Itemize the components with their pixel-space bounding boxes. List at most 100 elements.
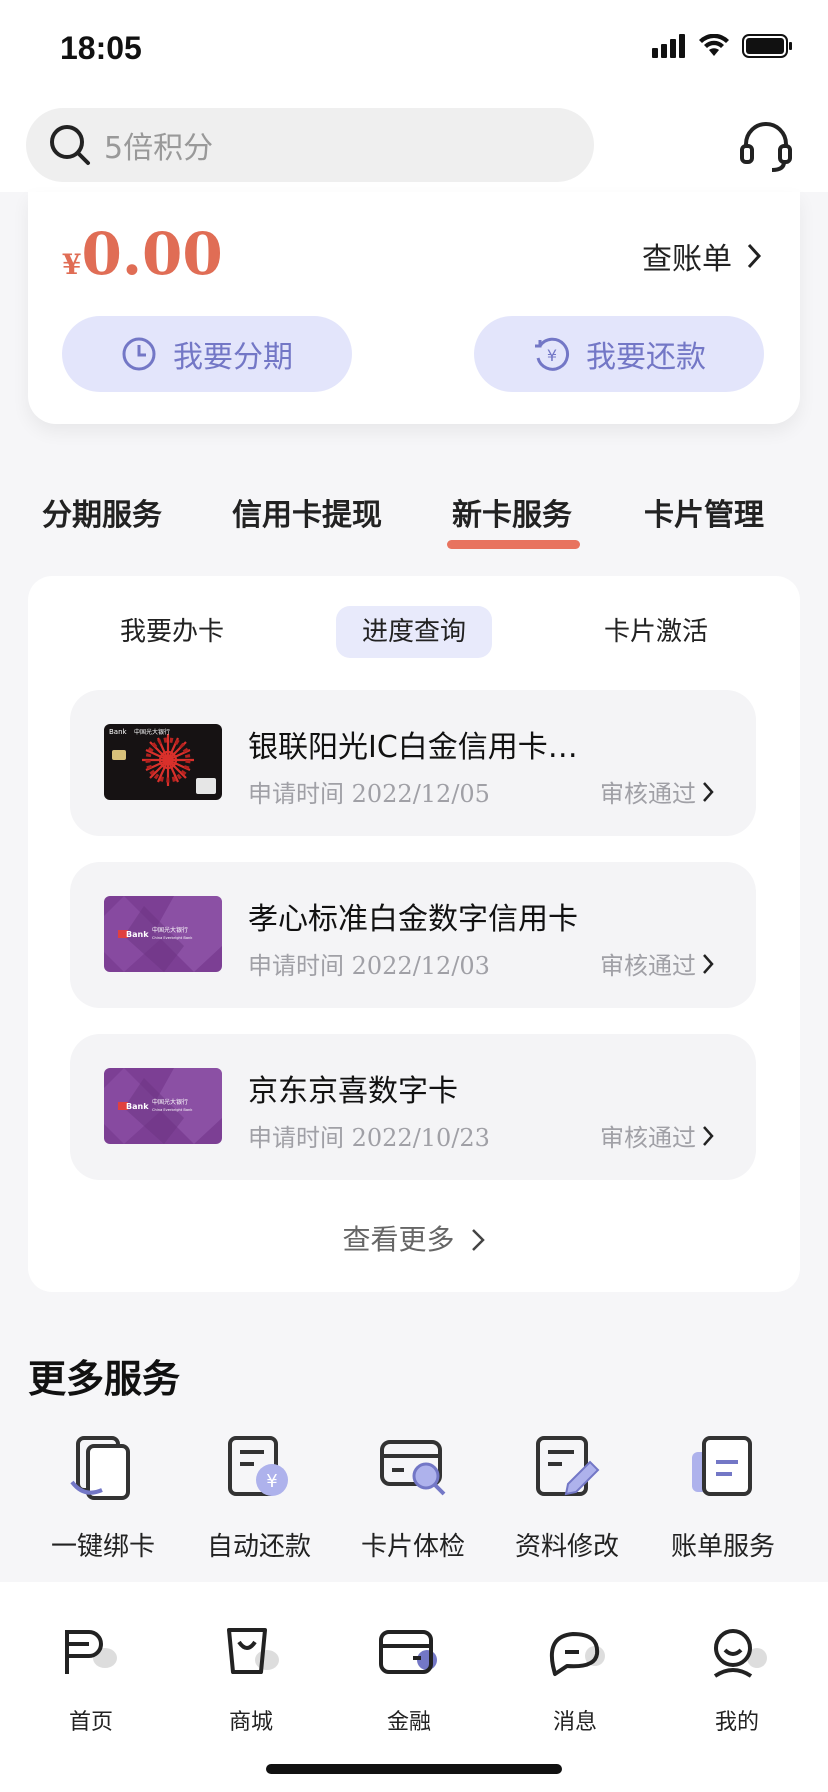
search-placeholder: 5倍积分: [104, 131, 214, 166]
application-card-name: 京东京喜数字卡: [248, 1074, 458, 1109]
service-card-check[interactable]: 卡片体检: [338, 1432, 488, 1563]
bottom-tab-bar: 首页 商城 金融 消息 我的: [0, 1582, 828, 1792]
view-bill-link[interactable]: 查账单: [642, 234, 762, 278]
application-card-name: 孝心标准白金数字信用卡: [248, 902, 578, 937]
repay-icon: ¥: [535, 337, 570, 371]
amount-value: 0.00: [81, 220, 223, 288]
search-input[interactable]: 5倍积分: [26, 108, 594, 182]
view-more-link[interactable]: 查看更多: [28, 1218, 800, 1258]
chevron-right-icon: [472, 1229, 486, 1251]
headset-icon[interactable]: [738, 118, 794, 174]
application-date: 申请时间 2022/10/23: [248, 1124, 490, 1152]
application-item[interactable]: Bank 中国光大银行 China Everbright Bank 京东京喜数字…: [70, 1034, 756, 1180]
nav-label: 我的: [714, 1710, 759, 1735]
tab-new-card[interactable]: 新卡服务: [452, 490, 572, 534]
nav-home[interactable]: 首页: [36, 1624, 146, 1736]
nav-messages[interactable]: 消息: [520, 1624, 630, 1736]
application-date: 申请时间 2022/12/03: [248, 952, 490, 980]
card-image-purple: Bank 中国光大银行 China Everbright Bank: [104, 896, 222, 972]
message-icon: [550, 1632, 605, 1676]
nav-label: 金融: [386, 1710, 431, 1735]
card-image-black: Bank 中国光大银行: [104, 724, 222, 800]
balance-amount: ¥0.00: [62, 220, 223, 288]
status-text: 审核通过: [600, 952, 696, 980]
wifi-icon: [699, 34, 729, 56]
status-icons: [652, 34, 794, 58]
chevron-right-icon: [703, 1125, 714, 1146]
bind-card-icon: [70, 1436, 130, 1500]
status-time: 18:05: [60, 30, 142, 66]
tab-card-management[interactable]: 卡片管理: [644, 490, 764, 534]
application-card-name: 银联阳光IC白金信用卡…: [248, 730, 578, 765]
service-auto-repay[interactable]: ¥ 自动还款: [184, 1432, 334, 1563]
card-image-purple: Bank 中国光大银行 China Everbright Bank: [104, 1068, 222, 1144]
chevron-right-icon: [747, 243, 762, 269]
application-status[interactable]: 审核通过: [600, 1118, 714, 1153]
service-bill[interactable]: 账单服务: [648, 1432, 798, 1563]
status-text: 审核通过: [600, 780, 696, 808]
mall-icon: [227, 1628, 279, 1674]
application-status[interactable]: 审核通过: [600, 946, 714, 981]
search-header: 5倍积分: [0, 100, 828, 192]
nav-mall[interactable]: 商城: [196, 1624, 306, 1736]
auto-repay-icon: ¥: [228, 1436, 288, 1496]
tab-cash-withdrawal[interactable]: 信用卡提现: [232, 490, 382, 534]
svg-text:¥: ¥: [547, 346, 557, 365]
card-bank-en: China Everbright Bank: [152, 1108, 193, 1112]
home-indicator: [266, 1764, 562, 1774]
tab-installment[interactable]: 分期服务: [42, 490, 162, 534]
status-text: 审核通过: [600, 1124, 696, 1152]
signal-icon: [652, 34, 685, 58]
svg-text:¥: ¥: [266, 1471, 277, 1492]
installment-button[interactable]: 我要分期: [62, 316, 352, 392]
installment-label: 我要分期: [173, 340, 293, 375]
view-more-label: 查看更多: [342, 1223, 455, 1256]
status-bar: 18:05: [0, 0, 828, 100]
search-icon: [50, 125, 90, 165]
service-label: 账单服务: [670, 1532, 775, 1562]
service-label: 卡片体检: [360, 1532, 465, 1562]
chevron-right-icon: [703, 781, 714, 802]
active-tab-indicator: [447, 540, 580, 549]
application-item[interactable]: Bank 中国光大银行 China Everbright Bank 孝心标准白金…: [70, 862, 756, 1008]
service-label: 一键绑卡: [50, 1532, 155, 1562]
application-status[interactable]: 审核通过: [600, 774, 714, 809]
profile-icon: [713, 1629, 767, 1678]
subtab-progress-query[interactable]: 进度查询: [336, 606, 493, 658]
card-bank-name: 中国光大银行: [152, 1098, 188, 1106]
service-tabs: 分期服务 信用卡提现 新卡服务 卡片管理: [0, 478, 828, 549]
battery-icon: [742, 34, 792, 58]
card-check-icon: [380, 1440, 446, 1496]
application-date: 申请时间 2022/12/05: [248, 780, 490, 808]
nav-label: 消息: [552, 1710, 597, 1735]
chevron-right-icon: [703, 953, 714, 974]
edit-info-icon: [536, 1436, 600, 1496]
application-item[interactable]: Bank 中国光大银行 银联阳光IC白金信用卡… 申请时间 2022/12/05…: [70, 690, 756, 836]
subtab-apply-card[interactable]: 我要办卡: [120, 606, 224, 658]
subtab-activate-card[interactable]: 卡片激活: [604, 606, 708, 658]
repay-label: 我要还款: [586, 340, 706, 375]
clock-icon: [122, 337, 156, 371]
repay-button[interactable]: ¥ 我要还款: [474, 316, 764, 392]
nav-profile[interactable]: 我的: [682, 1624, 792, 1736]
finance-icon: [379, 1630, 437, 1674]
bill-summary-card: ¥0.00 查账单 我要分期 ¥ 我要还款: [28, 192, 800, 424]
card-logo-text: Bank: [126, 1102, 149, 1111]
card-logo-text: Bank: [126, 930, 149, 939]
more-services-title: 更多服务: [28, 1357, 181, 1401]
card-bank-en: China Everbright Bank: [152, 936, 193, 940]
bill-service-icon: [692, 1436, 752, 1496]
currency-symbol: ¥: [62, 248, 82, 281]
nav-label: 首页: [68, 1710, 113, 1735]
view-bill-label: 查账单: [642, 242, 732, 277]
nav-finance[interactable]: 金融: [354, 1624, 464, 1736]
card-logo-text: Bank: [109, 728, 128, 736]
service-bind-card[interactable]: 一键绑卡: [28, 1432, 178, 1563]
nav-label: 商城: [228, 1710, 273, 1735]
service-label: 自动还款: [206, 1532, 311, 1562]
service-edit-info[interactable]: 资料修改: [492, 1432, 642, 1563]
home-icon: [65, 1630, 117, 1674]
card-bank-name: 中国光大银行: [134, 728, 170, 736]
new-card-service-panel: 我要办卡 进度查询 卡片激活 Bank 中国光大银行 银联阳光IC白金信用卡… …: [28, 576, 800, 1292]
service-label: 资料修改: [514, 1532, 619, 1562]
